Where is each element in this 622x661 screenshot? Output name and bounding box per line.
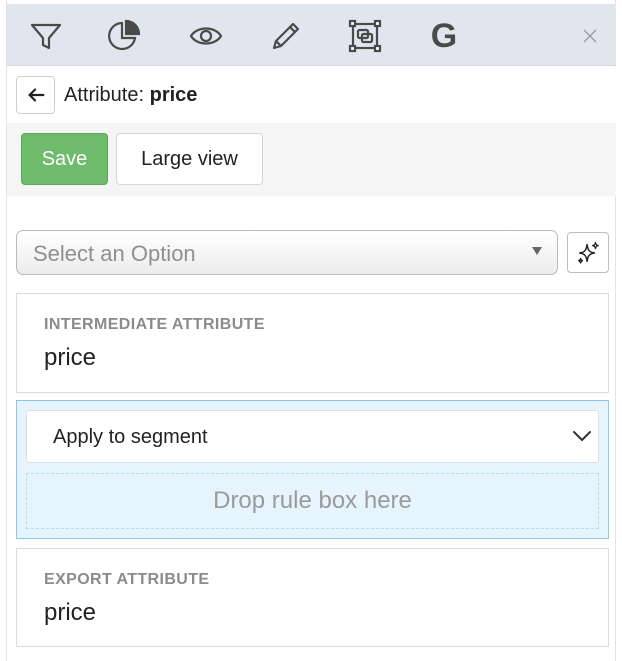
google-letter: G xyxy=(430,17,458,55)
page-title: Attribute: price xyxy=(64,84,197,107)
caret-down-icon xyxy=(532,247,542,255)
transform-icon[interactable] xyxy=(347,18,383,54)
export-attribute-value: price xyxy=(44,599,97,626)
export-attribute-label: EXPORT ATTRIBUTE xyxy=(44,571,210,588)
option-select[interactable]: Select an Option xyxy=(16,230,558,275)
attribute-panel: G Attribute: price Save Large view Selec… xyxy=(6,0,616,661)
pencil-icon[interactable] xyxy=(268,18,304,54)
pie-chart-icon[interactable] xyxy=(106,18,142,54)
large-view-button[interactable]: Large view xyxy=(116,133,263,185)
intermediate-attribute-card: INTERMEDIATE ATTRIBUTE price xyxy=(16,293,609,393)
header: Attribute: price xyxy=(7,67,616,123)
google-icon[interactable]: G xyxy=(426,18,462,54)
segment-select[interactable]: Apply to segment xyxy=(26,410,599,463)
back-button[interactable] xyxy=(16,76,55,114)
intermediate-attribute-value: price xyxy=(44,344,97,371)
rule-dropzone[interactable]: Drop rule box here xyxy=(26,473,599,529)
title-attribute-name: price xyxy=(149,84,198,106)
segment-select-value: Apply to segment xyxy=(53,426,208,448)
arrow-left-icon xyxy=(27,88,44,102)
export-attribute-card: EXPORT ATTRIBUTE price xyxy=(16,548,609,647)
save-button[interactable]: Save xyxy=(21,133,108,185)
intermediate-attribute-label: INTERMEDIATE ATTRIBUTE xyxy=(44,316,265,333)
title-prefix: Attribute: xyxy=(64,84,145,106)
sparkles-button[interactable] xyxy=(567,232,609,273)
option-select-placeholder: Select an Option xyxy=(33,241,196,266)
close-icon[interactable] xyxy=(578,24,602,48)
action-bar: Save Large view xyxy=(7,123,616,196)
segment-box: Apply to segment Drop rule box here xyxy=(16,400,609,539)
chevron-down-icon xyxy=(573,431,591,441)
sparkles-icon xyxy=(577,241,599,264)
eye-icon[interactable] xyxy=(188,18,224,54)
toolbar: G xyxy=(7,4,616,66)
filter-icon[interactable] xyxy=(28,18,64,54)
